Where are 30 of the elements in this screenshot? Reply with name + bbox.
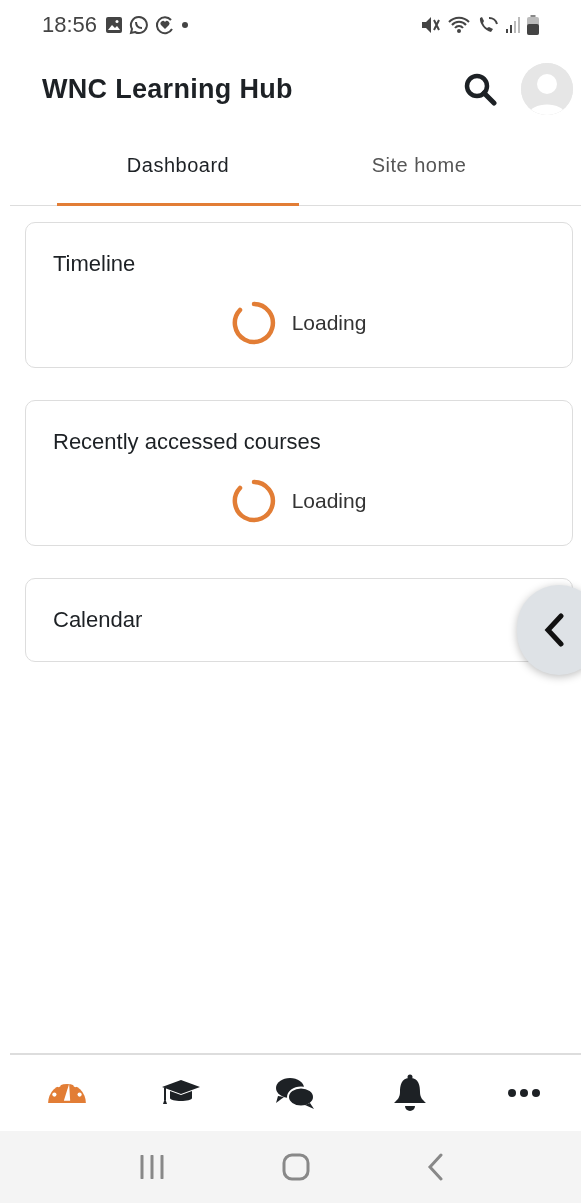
home-icon[interactable] (281, 1153, 310, 1181)
heart-circle-icon (155, 15, 176, 35)
dot-icon (181, 21, 190, 29)
block-title: Timeline (53, 251, 137, 277)
image-icon (105, 16, 124, 34)
block-title: Recently accessed courses (53, 429, 322, 455)
chat-bubbles-icon (274, 1076, 317, 1110)
back-icon[interactable] (426, 1153, 443, 1181)
chevron-left-icon (543, 613, 565, 647)
wifi-call-icon (477, 15, 499, 35)
battery-icon (527, 15, 539, 35)
status-time: 18:56 (42, 12, 98, 38)
chat-app-icon (129, 15, 150, 35)
loading-spinner-icon (231, 479, 276, 523)
search-icon[interactable] (463, 72, 497, 106)
wifi-icon (447, 15, 471, 35)
signal-icon (505, 16, 521, 34)
loading-text: Loading (291, 311, 367, 335)
loading-text: Loading (291, 489, 367, 513)
tab[interactable]: Dashboard (57, 128, 299, 206)
more-icon (506, 1088, 541, 1098)
block-title: Calendar (53, 607, 144, 633)
drawer-toggle[interactable] (517, 585, 581, 675)
bell-icon (392, 1074, 427, 1112)
mute-icon (421, 16, 441, 34)
tab[interactable]: Site home (299, 128, 539, 206)
loading-spinner-icon (231, 301, 276, 345)
app-title: WNC Learning Hub (42, 73, 293, 105)
gauge-icon (47, 1082, 88, 1104)
recent-apps-icon[interactable] (138, 1155, 165, 1179)
